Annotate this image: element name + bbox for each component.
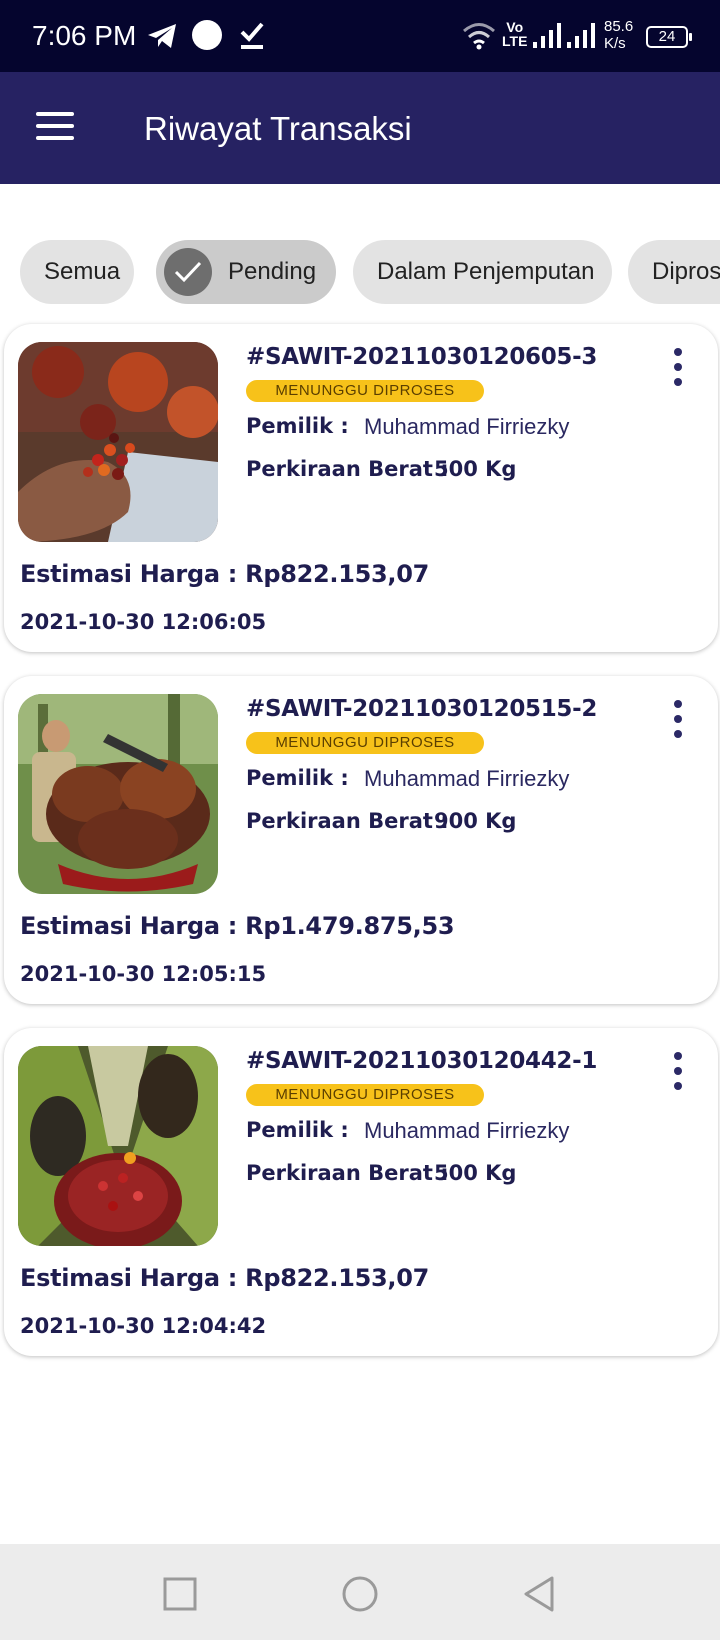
wifi-icon: [463, 23, 495, 50]
estimated-price: Estimasi Harga : Rp822.153,07: [20, 560, 430, 588]
transaction-date: 2021-10-30 12:06:05: [20, 610, 267, 634]
battery-icon: 24: [646, 26, 692, 48]
transaction-id: #SAWIT-20211030120442-1: [246, 1048, 598, 1074]
task-check-icon: [240, 22, 264, 49]
signal-bars-icon: [533, 23, 561, 48]
more-vert-icon[interactable]: [668, 348, 688, 392]
telegram-icon: [148, 24, 176, 48]
speed-unit: K/s: [604, 35, 626, 52]
transaction-date: 2021-10-30 12:05:15: [20, 962, 267, 986]
filter-chip-row[interactable]: Semua Pending Dalam Penjemputan Dipros: [20, 240, 720, 304]
home-circle-icon[interactable]: [340, 1574, 380, 1614]
signal-bars-icon-2: [567, 23, 595, 48]
more-vert-icon[interactable]: [668, 1052, 688, 1096]
more-vert-icon[interactable]: [668, 700, 688, 744]
status-badge: MENUNGGU DIPROSES: [246, 380, 484, 402]
volte-label-top: Vo: [506, 19, 524, 35]
status-time: 7:06 PM: [32, 20, 137, 51]
check-icon: [164, 248, 212, 296]
chip-label: Pending: [228, 258, 317, 285]
chip-label: Semua: [44, 258, 121, 285]
estimated-price: Estimasi Harga : Rp822.153,07: [20, 1264, 430, 1292]
transaction-card[interactable]: #SAWIT-20211030120605-3 MENUNGGU DIPROSE…: [4, 324, 718, 652]
notification-dot-icon: [192, 20, 222, 50]
recents-square-icon[interactable]: [160, 1574, 200, 1614]
status-badge: MENUNGGU DIPROSES: [246, 1084, 484, 1106]
owner-name: Muhammad Firriezky: [364, 1118, 570, 1143]
network-speed: 85.6 K/s: [604, 18, 633, 52]
palm-harvest-photo: [18, 694, 218, 894]
speed-value: 85.6: [604, 18, 634, 35]
volte-indicator: Vo LTE: [502, 20, 527, 48]
transaction-card[interactable]: #SAWIT-20211030120515-2 MENUNGGU DIPROSE…: [4, 676, 718, 1004]
owner-label: Pemilik :: [246, 766, 349, 790]
transaction-date: 2021-10-30 12:04:42: [20, 1314, 267, 1338]
transaction-id: #SAWIT-20211030120515-2: [246, 696, 598, 722]
transaction-card[interactable]: #SAWIT-20211030120442-1 MENUNGGU DIPROSE…: [4, 1028, 718, 1356]
weight-value: 500 Kg: [434, 457, 517, 481]
weight-label: Perkiraan Berat :: [246, 457, 449, 481]
chip-diproses[interactable]: Dipros: [628, 240, 720, 304]
chip-label: Dalam Penjemputan: [377, 258, 595, 285]
owner-label: Pemilik :: [246, 1118, 349, 1142]
weight-value: 500 Kg: [434, 1161, 517, 1185]
page-title: Riwayat Transaksi: [144, 110, 412, 147]
status-badge: MENUNGGU DIPROSES: [246, 732, 484, 754]
chip-semua[interactable]: Semua: [20, 240, 134, 304]
owner-name: Muhammad Firriezky: [364, 414, 570, 439]
system-nav-bar: [0, 1544, 720, 1640]
volte-label-bottom: LTE: [502, 33, 528, 49]
chip-dalam-penjemputan[interactable]: Dalam Penjemputan: [353, 240, 612, 304]
weight-label: Perkiraan Berat :: [246, 809, 449, 833]
owner-name: Muhammad Firriezky: [364, 766, 570, 791]
hamburger-menu-icon[interactable]: [36, 112, 76, 142]
palm-bunch-photo: [18, 1046, 218, 1246]
status-bar: 7:06 PM Vo LTE 85.6 K/s 24: [0, 0, 720, 72]
transaction-id: #SAWIT-20211030120605-3: [246, 344, 598, 370]
weight-label: Perkiraan Berat :: [246, 1161, 449, 1185]
estimated-price: Estimasi Harga : Rp1.479.875,53: [20, 912, 455, 940]
owner-label: Pemilik :: [246, 414, 349, 438]
palm-fruit-photo: [18, 342, 218, 542]
app-bar: Riwayat Transaksi: [0, 72, 720, 184]
back-triangle-icon[interactable]: [520, 1574, 560, 1614]
chip-label: Dipros: [652, 258, 720, 285]
chip-pending[interactable]: Pending: [156, 240, 336, 304]
weight-value: 900 Kg: [434, 809, 517, 833]
